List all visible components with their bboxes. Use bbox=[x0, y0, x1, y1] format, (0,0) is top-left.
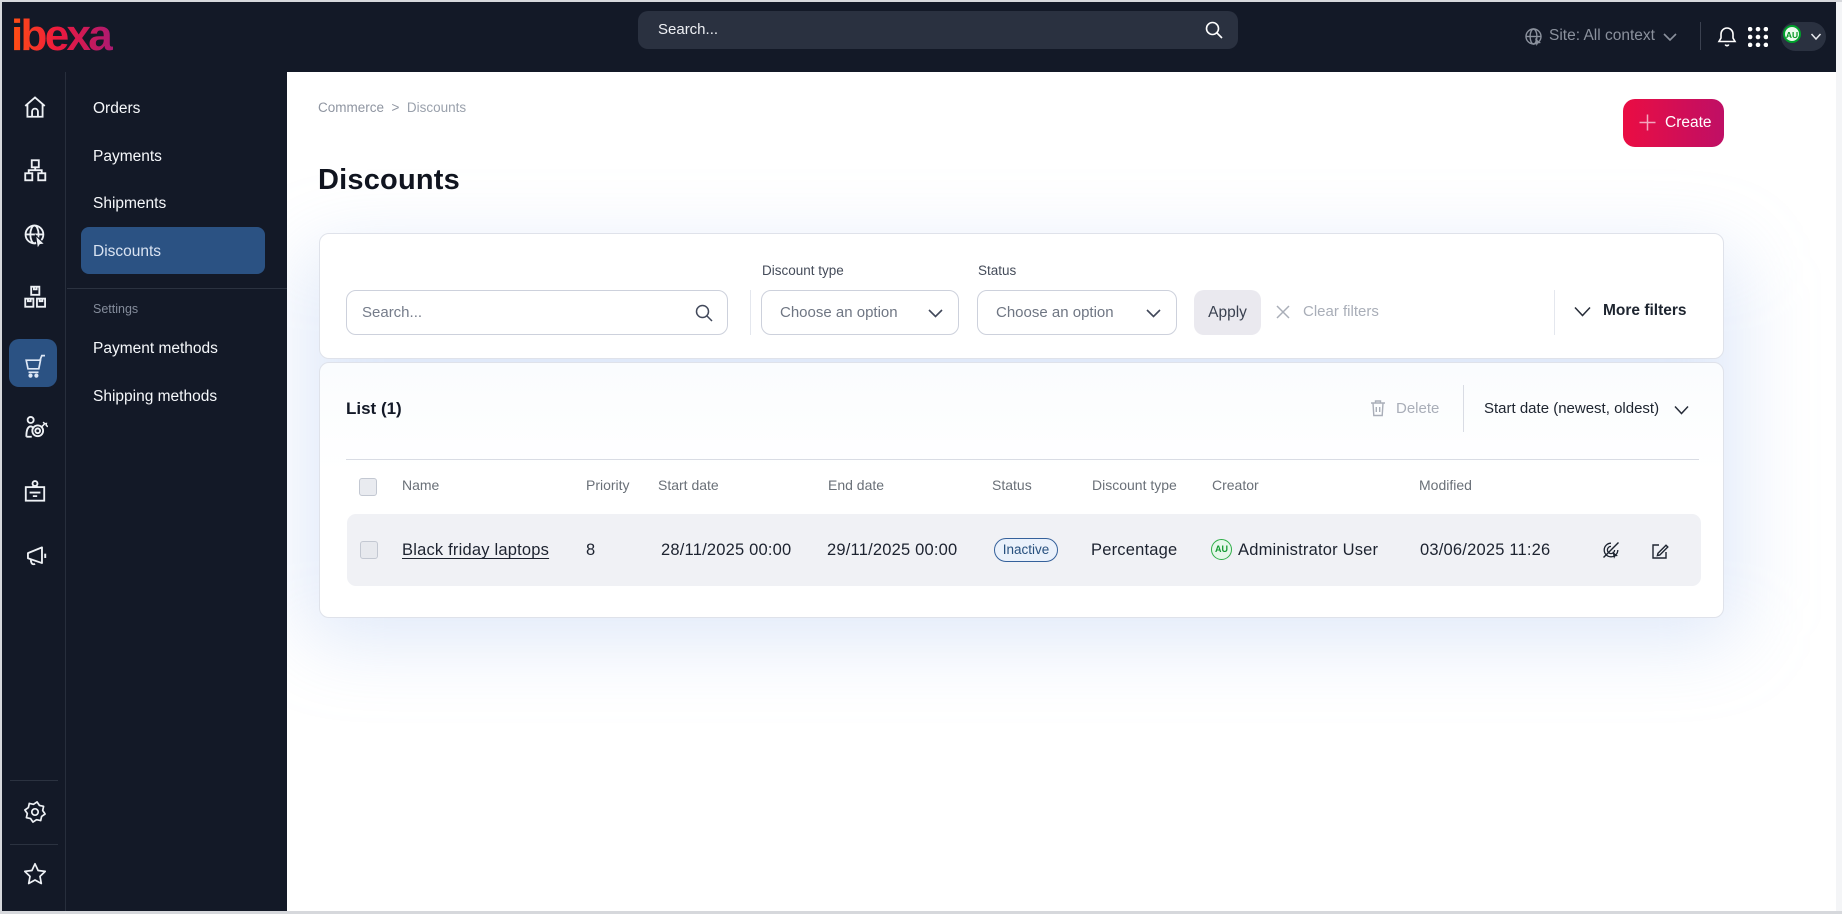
svg-text:ibexa: ibexa bbox=[11, 11, 113, 57]
